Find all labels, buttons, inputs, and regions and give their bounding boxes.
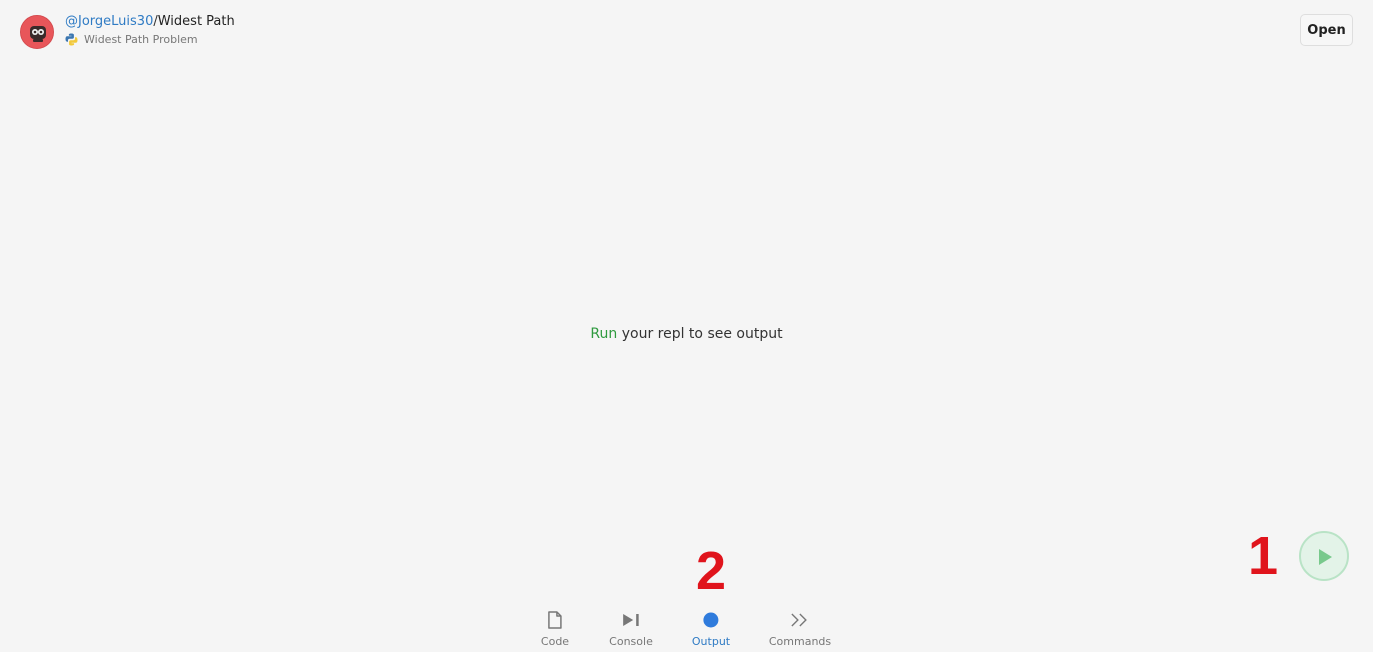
tab-output-label: Output bbox=[691, 635, 731, 648]
tab-output[interactable]: Output bbox=[692, 604, 730, 652]
avatar-image bbox=[21, 16, 53, 48]
tab-commands[interactable]: Commands bbox=[769, 604, 831, 652]
tab-commands-label: Commands bbox=[768, 635, 832, 648]
annotation-number-2: 2 bbox=[696, 541, 727, 601]
annotation-number-1: 1 bbox=[1248, 526, 1279, 586]
play-icon bbox=[1319, 549, 1332, 565]
repl-header: @JorgeLuis30/Widest Path Widest Path Pro… bbox=[0, 0, 1373, 60]
output-placeholder: Run your repl to see output bbox=[0, 324, 1373, 344]
console-icon bbox=[621, 610, 641, 630]
user-avatar[interactable] bbox=[20, 15, 54, 49]
run-button[interactable] bbox=[1299, 531, 1349, 581]
repl-path: @JorgeLuis30/Widest Path bbox=[65, 14, 235, 30]
tab-console[interactable]: Console bbox=[609, 604, 653, 652]
tab-code[interactable]: Code bbox=[541, 604, 569, 652]
commands-icon bbox=[790, 610, 810, 630]
open-button[interactable]: Open bbox=[1300, 14, 1353, 46]
repl-description: Widest Path Problem bbox=[84, 32, 198, 46]
owner-link[interactable]: @JorgeLuis30 bbox=[65, 14, 153, 29]
bottom-tab-bar: Code Console Output Commands bbox=[0, 604, 1373, 652]
output-dot-icon bbox=[701, 610, 721, 630]
tab-console-label: Console bbox=[609, 635, 653, 648]
repl-title: Widest Path bbox=[157, 14, 235, 29]
output-message: your repl to see output bbox=[617, 326, 783, 342]
python-icon bbox=[65, 33, 78, 45]
tab-code-label: Code bbox=[540, 635, 570, 648]
file-icon bbox=[545, 610, 565, 630]
run-link[interactable]: Run bbox=[590, 326, 617, 342]
repl-description-row: Widest Path Problem bbox=[65, 31, 198, 47]
